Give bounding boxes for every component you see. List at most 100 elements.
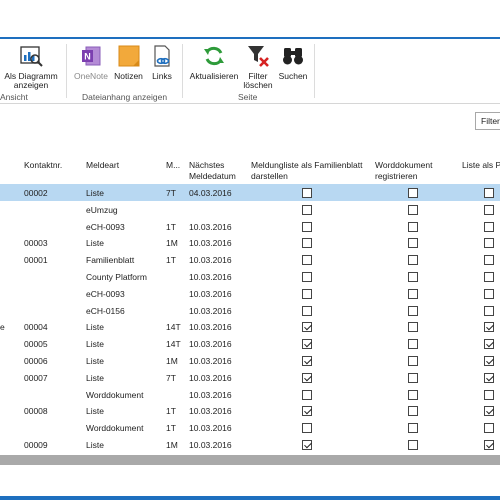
table-row[interactable]: eCH-0093 1T 10.03.2016 (0, 218, 500, 235)
familienblatt-checkbox[interactable] (302, 238, 312, 249)
table-row[interactable]: Worddokument 10.03.2016 (0, 386, 500, 403)
table-row[interactable]: eCH-0093 10.03.2016 (0, 285, 500, 302)
familienblatt-checkbox[interactable] (302, 288, 312, 299)
refresh-label: Aktualisieren (189, 71, 239, 81)
table-row[interactable]: eCH-0156 10.03.2016 (0, 302, 500, 319)
search-button[interactable]: Suchen (276, 44, 310, 81)
liste-als-checkbox[interactable] (484, 204, 494, 215)
table-row[interactable]: 00009 Liste 1M 10.03.2016 (0, 436, 500, 453)
liste-als-checkbox[interactable] (484, 322, 494, 333)
familienblatt-checkbox[interactable] (302, 355, 312, 366)
worddokument-checkbox[interactable] (408, 288, 418, 299)
onenote-label: OneNote (73, 71, 109, 81)
show-as-chart-button[interactable]: Als Diagramm anzeigen (0, 44, 62, 90)
status-bar (0, 496, 500, 500)
meldedatum-cell: 10.03.2016 (189, 322, 232, 333)
notes-label: Notizen (114, 71, 143, 81)
familienblatt-checkbox[interactable] (302, 204, 312, 215)
liste-als-checkbox[interactable] (484, 188, 494, 198)
familienblatt-checkbox[interactable] (302, 305, 312, 316)
table-row[interactable]: e 00004 Liste 14T 10.03.2016 (0, 318, 500, 335)
worddokument-checkbox[interactable] (408, 339, 418, 350)
liste-als-checkbox[interactable] (484, 423, 494, 434)
table-row[interactable]: County Platform 10.03.2016 (0, 268, 500, 285)
worddokument-checkbox[interactable] (408, 389, 418, 400)
table-row[interactable]: 00001 Familienblatt 1T 10.03.2016 (0, 251, 500, 268)
table-row[interactable]: eUmzug (0, 201, 500, 218)
table-row[interactable]: 00007 Liste 7T 10.03.2016 (0, 369, 500, 386)
worddokument-checkbox[interactable] (408, 439, 418, 450)
familienblatt-checkbox[interactable] (302, 372, 312, 383)
meldeart-cell: Liste (86, 439, 104, 450)
m-cell: 14T (166, 339, 181, 350)
familienblatt-checkbox[interactable] (302, 255, 312, 266)
worddokument-checkbox[interactable] (408, 406, 418, 417)
meldedatum-cell: 10.03.2016 (189, 389, 232, 400)
m-cell: 14T (166, 322, 181, 333)
worddokument-checkbox[interactable] (408, 355, 418, 366)
worddokument-checkbox[interactable] (408, 221, 418, 232)
worddokument-checkbox[interactable] (408, 423, 418, 434)
worddokument-checkbox[interactable] (408, 188, 418, 198)
worddokument-checkbox[interactable] (408, 271, 418, 282)
familienblatt-checkbox[interactable] (302, 188, 312, 198)
familienblatt-checkbox[interactable] (302, 423, 312, 434)
clear-filter-icon (246, 44, 270, 68)
meldeart-cell: Worddokument (86, 423, 144, 434)
meldeart-cell: eCH-0093 (86, 288, 125, 299)
filter-field[interactable]: Filter (475, 112, 500, 130)
liste-als-checkbox[interactable] (484, 288, 494, 299)
worddokument-checkbox[interactable] (408, 322, 418, 333)
familienblatt-checkbox[interactable] (302, 221, 312, 232)
liste-als-checkbox[interactable] (484, 238, 494, 249)
liste-als-checkbox[interactable] (484, 339, 494, 350)
notes-button[interactable]: Notizen (111, 44, 146, 81)
column-header-meldeart[interactable]: Meldeart (86, 160, 119, 171)
ribbon: Als Diagramm anzeigen Ansicht N OneNote … (0, 41, 500, 104)
column-header-meldungliste[interactable]: Meldungliste als Familienblatt darstelle… (251, 160, 363, 182)
familienblatt-checkbox[interactable] (302, 271, 312, 282)
liste-als-checkbox[interactable] (484, 355, 494, 366)
familienblatt-checkbox[interactable] (302, 439, 312, 450)
meldeart-cell: eCH-0093 (86, 221, 125, 232)
liste-als-checkbox[interactable] (484, 406, 494, 417)
liste-als-checkbox[interactable] (484, 221, 494, 232)
liste-als-checkbox[interactable] (484, 372, 494, 383)
table-row[interactable]: 00002 Liste 7T 04.03.2016 (0, 184, 500, 201)
table-row[interactable]: Worddokument 1T 10.03.2016 (0, 419, 500, 436)
refresh-button[interactable]: Aktualisieren (186, 44, 242, 81)
column-header-kontaktnr[interactable]: Kontaktnr. (24, 160, 62, 171)
meldeart-cell: Liste (86, 355, 104, 366)
meldedatum-cell: 10.03.2016 (189, 439, 232, 450)
table-row[interactable]: 00005 Liste 14T 10.03.2016 (0, 335, 500, 352)
liste-als-checkbox[interactable] (484, 305, 494, 316)
table-row[interactable]: 00003 Liste 1M 10.03.2016 (0, 234, 500, 251)
group-label-seite: Seite (238, 92, 258, 102)
liste-als-checkbox[interactable] (484, 255, 494, 266)
clear-filter-button[interactable]: Filter löschen (243, 44, 273, 90)
worddokument-checkbox[interactable] (408, 204, 418, 215)
meldeart-cell: eUmzug (86, 204, 118, 215)
worddokument-checkbox[interactable] (408, 372, 418, 383)
familienblatt-checkbox[interactable] (302, 389, 312, 400)
horizontal-scrollbar[interactable] (0, 455, 500, 465)
worddokument-checkbox[interactable] (408, 255, 418, 266)
column-header-liste-als[interactable]: Liste als P (462, 160, 500, 171)
column-header-naechstes-meldedatum[interactable]: Nächstes Meldedatum (189, 160, 236, 182)
worddokument-checkbox[interactable] (408, 305, 418, 316)
links-button[interactable]: Links (147, 44, 177, 81)
table-row[interactable]: 00006 Liste 1M 10.03.2016 (0, 352, 500, 369)
liste-als-checkbox[interactable] (484, 439, 494, 450)
column-header-worddokument[interactable]: Worddokument registrieren (375, 160, 432, 182)
table-row[interactable]: 00008 Liste 1T 10.03.2016 (0, 402, 500, 419)
onenote-button[interactable]: N OneNote (70, 44, 112, 81)
worddokument-checkbox[interactable] (408, 238, 418, 249)
liste-als-checkbox[interactable] (484, 271, 494, 282)
table-body: 00002 Liste 7T 04.03.2016 eUmzug eCH-0093 1T 10… (0, 184, 500, 453)
meldedatum-cell: 10.03.2016 (189, 271, 232, 282)
column-header-m[interactable]: M... (166, 160, 180, 171)
familienblatt-checkbox[interactable] (302, 322, 312, 333)
familienblatt-checkbox[interactable] (302, 406, 312, 417)
liste-als-checkbox[interactable] (484, 389, 494, 400)
familienblatt-checkbox[interactable] (302, 339, 312, 350)
